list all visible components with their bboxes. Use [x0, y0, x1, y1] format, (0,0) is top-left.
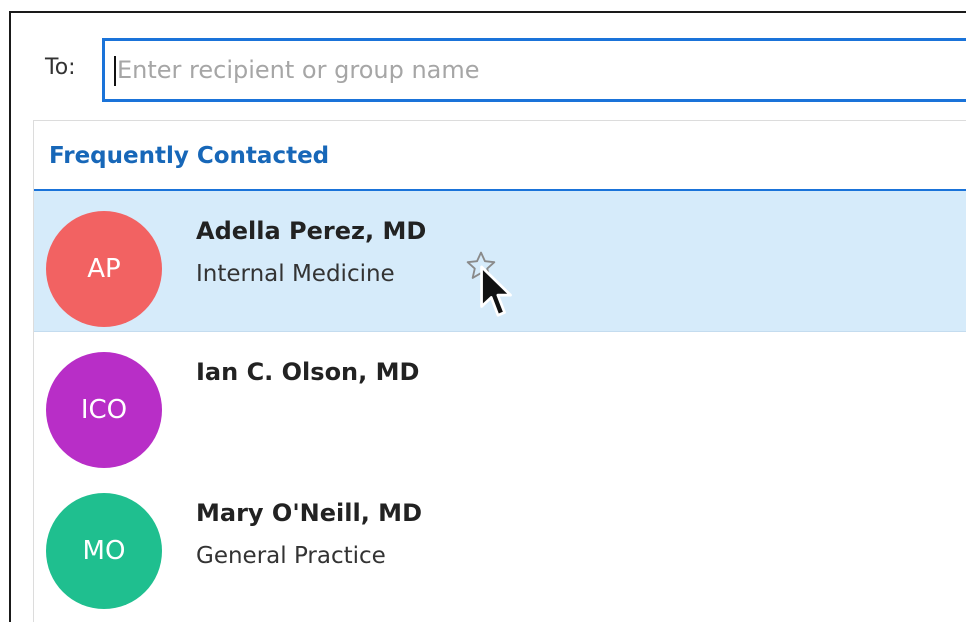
avatar: ICO — [46, 352, 162, 468]
section-header: Frequently Contacted — [34, 121, 966, 191]
avatar-initials: AP — [87, 254, 121, 284]
contact-specialty: General Practice — [196, 543, 386, 569]
contact-name: Adella Perez, MD — [196, 217, 427, 245]
recipient-input[interactable] — [102, 38, 966, 102]
contact-name: Ian C. Olson, MD — [196, 358, 420, 386]
text-caret — [114, 56, 116, 86]
avatar: MO — [46, 493, 162, 609]
recipient-suggestions: Frequently Contacted AP Adella Perez, MD… — [33, 120, 966, 622]
to-row: To: — [11, 13, 966, 118]
contact-item-mary-oneill[interactable]: MO Mary O'Neill, MD General Practice — [34, 473, 966, 614]
section-title-frequently-contacted: Frequently Contacted — [49, 143, 330, 169]
contact-item-ian-olson[interactable]: ICO Ian C. Olson, MD — [34, 332, 966, 473]
to-label: To: — [45, 55, 76, 80]
avatar-initials: MO — [82, 536, 126, 566]
mouse-pointer-icon — [480, 265, 512, 317]
avatar: AP — [46, 211, 162, 327]
contact-name: Mary O'Neill, MD — [196, 499, 422, 527]
contact-specialty: Internal Medicine — [196, 261, 395, 287]
avatar-initials: ICO — [80, 395, 128, 425]
